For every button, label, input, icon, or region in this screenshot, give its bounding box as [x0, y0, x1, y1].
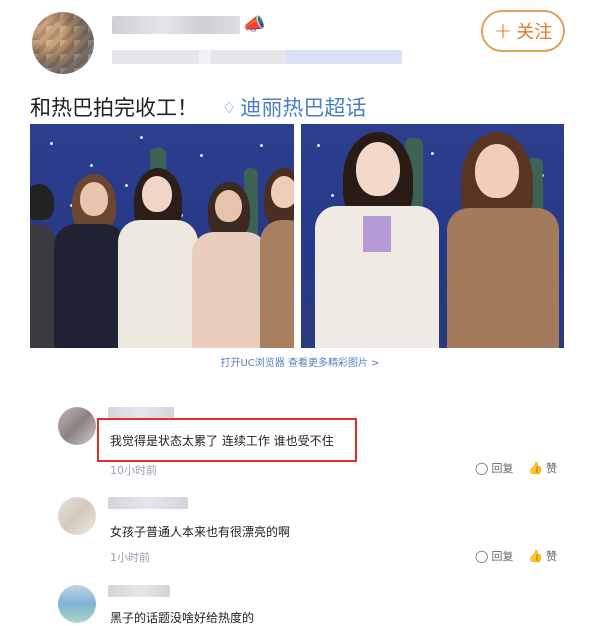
like-label: 赞	[545, 550, 557, 563]
follow-button-label: 关注	[516, 22, 553, 43]
highlight-box	[97, 418, 357, 462]
comment-avatar[interactable]	[58, 497, 96, 535]
reply-button[interactable]: ◯ 回复	[475, 460, 513, 476]
reply-label: 回复	[491, 462, 514, 475]
comment-username-blurred[interactable]	[108, 497, 188, 509]
post-meta-blurred	[112, 50, 402, 64]
comment-bubble-icon: ◯	[475, 461, 489, 475]
open-uc-browser-link[interactable]: 打开UC浏览器 查看更多精彩图片 >	[0, 354, 600, 369]
like-button[interactable]: 👍 赞	[528, 460, 557, 476]
comment-bubble-icon: ◯	[475, 549, 489, 563]
follow-button[interactable]: + 关注	[481, 10, 565, 52]
poster-avatar[interactable]	[32, 12, 94, 74]
comment-text: 女孩子普通人本来也有很漂亮的啊	[110, 525, 291, 539]
thumbs-up-icon: 👍	[528, 461, 543, 475]
post-photo-group[interactable]	[30, 124, 294, 348]
megaphone-icon: 📣	[243, 14, 266, 35]
like-label: 赞	[545, 462, 557, 475]
comment-avatar[interactable]	[58, 407, 96, 445]
post-photo-duo[interactable]	[301, 124, 564, 348]
comment-username-blurred[interactable]	[108, 585, 170, 597]
post-text: 和热巴拍完收工！	[30, 96, 198, 120]
plus-icon: +	[493, 18, 513, 44]
diamond-icon: ♢	[222, 97, 237, 117]
reply-button[interactable]: ◯ 回复	[475, 548, 513, 564]
like-button[interactable]: 👍 赞	[528, 548, 557, 564]
comment-avatar[interactable]	[58, 585, 96, 623]
topic-link[interactable]: ♢ 迪丽热巴超话	[222, 92, 366, 122]
comment-time: 1小时前	[110, 551, 150, 564]
topic-label: 迪丽热巴超话	[240, 96, 367, 120]
comment-text: 黑子的话题没啥好给热度的	[110, 611, 255, 625]
comment-time: 10小时前	[110, 464, 157, 477]
thumbs-up-icon: 👍	[528, 549, 543, 563]
poster-name-blurred[interactable]	[112, 16, 240, 34]
reply-label: 回复	[491, 550, 514, 563]
